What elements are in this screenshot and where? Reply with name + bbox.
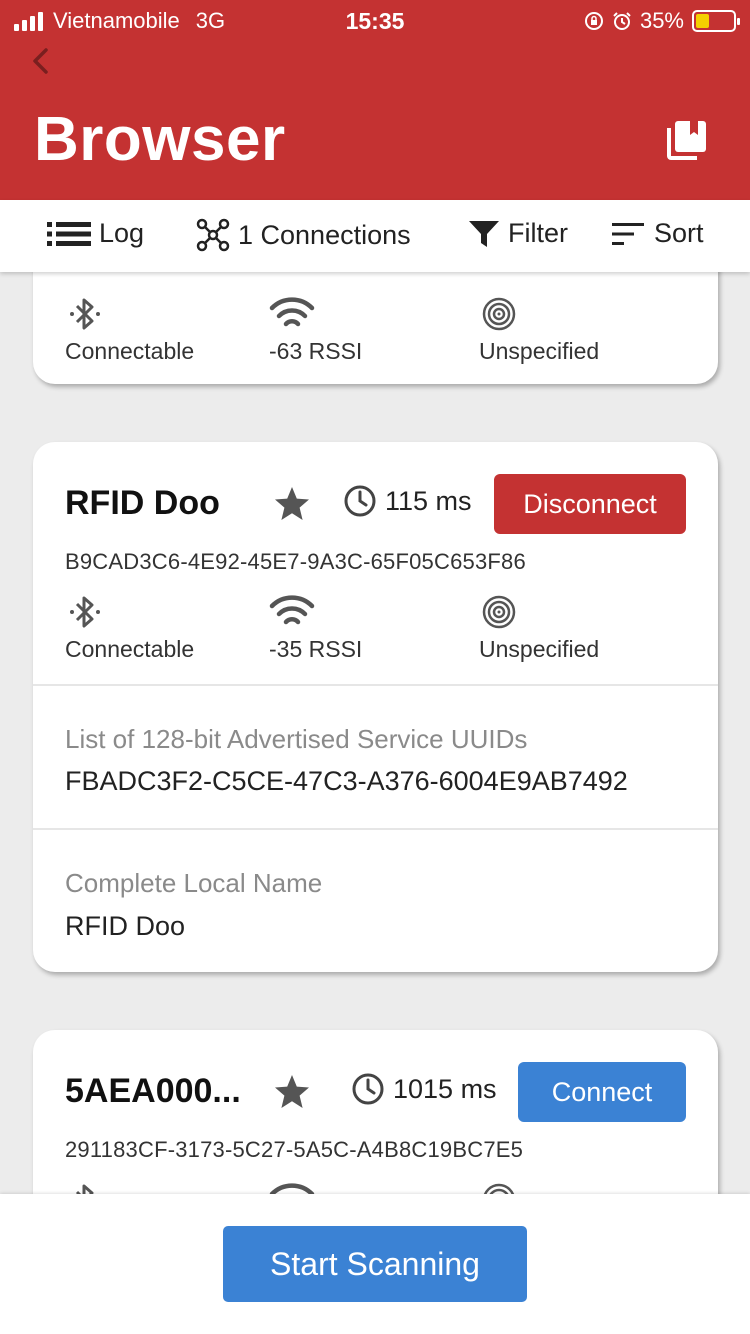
interval: 115 ms — [343, 484, 472, 518]
rssi-stat: -35 RSSI — [269, 592, 362, 663]
list-icon — [47, 221, 91, 246]
connectable-label: Connectable — [65, 338, 195, 364]
battery-fill — [696, 14, 709, 28]
connectable-label: Connectable — [65, 636, 195, 662]
section-title-uuids: List of 128-bit Advertised Service UUIDs — [65, 724, 528, 754]
sort-button[interactable]: Sort — [612, 218, 704, 249]
interval-label: 115 ms — [385, 485, 472, 516]
section-value-uuids: FBADC3F2-C5CE-47C3-A376-6004E9AB7492 — [65, 766, 628, 796]
rssi-label: -63 RSSI — [269, 338, 363, 364]
back-chevron-icon[interactable] — [26, 44, 56, 78]
page-title: Browser — [34, 105, 286, 174]
device-uuid: 291183CF-3173-5C27-5A5C-A4B8C19BC7E5 — [65, 1137, 524, 1162]
connectable-stat: Connectable — [65, 294, 194, 365]
type-stat: Unspecified — [479, 592, 599, 663]
divider — [33, 828, 718, 830]
bluetooth-icon — [70, 298, 100, 330]
clock-icon — [352, 1073, 384, 1105]
connections-button[interactable]: 1 Connections — [196, 218, 411, 252]
type-stat: Unspecified — [479, 294, 599, 365]
section-value-local-name: RFID Doo — [65, 911, 186, 941]
sort-icon — [612, 222, 644, 245]
interval: 1015 ms — [351, 1072, 497, 1106]
disconnect-button[interactable]: Disconnect — [494, 474, 686, 534]
alarm-icon — [613, 12, 631, 30]
rssi-label: -35 RSSI — [269, 636, 363, 662]
device-uuid: B9CAD3C6-4E92-45E7-9A3C-65F05C653F86 — [65, 549, 526, 574]
bluetooth-icon — [70, 596, 100, 628]
device-card[interactable]: RFID Doo 115 ms Disconnect B9CAD3C6-4E92… — [33, 442, 718, 972]
star-icon[interactable] — [273, 1073, 311, 1111]
log-button[interactable]: Log — [47, 218, 144, 249]
status-bar: Vietnamobile 3G 15:35 35% — [0, 0, 750, 42]
filter-icon — [469, 220, 499, 247]
orientation-lock-icon — [584, 12, 603, 30]
battery-percent: 35% — [639, 8, 684, 33]
device-name: RFID Doo — [65, 484, 220, 522]
status-right: 35% — [584, 8, 740, 34]
bookmarks-icon[interactable] — [664, 118, 708, 162]
filter-label: Filter — [508, 218, 568, 248]
type-label: Unspecified — [479, 338, 600, 364]
divider — [33, 684, 718, 686]
connect-button[interactable]: Connect — [518, 1062, 686, 1122]
battery-icon — [692, 10, 740, 32]
connections-label: 1 Connections — [238, 219, 411, 250]
beacon-icon — [482, 595, 516, 629]
log-label: Log — [99, 218, 145, 248]
sort-label: Sort — [654, 218, 704, 248]
app-header: Vietnamobile 3G 15:35 35% Browser — [0, 0, 750, 200]
connections-icon — [196, 218, 230, 252]
wifi-icon — [269, 297, 315, 327]
type-label: Unspecified — [479, 636, 600, 662]
wifi-icon — [269, 595, 315, 625]
start-scanning-button[interactable]: Start Scanning — [223, 1226, 527, 1302]
interval-label: 1015 ms — [393, 1073, 497, 1104]
rssi-stat: -63 RSSI — [269, 294, 362, 365]
connectable-stat: Connectable — [65, 592, 194, 663]
filter-button[interactable]: Filter — [468, 218, 568, 249]
bottom-bar: Start Scanning — [0, 1194, 750, 1334]
section-title-local-name: Complete Local Name — [65, 868, 323, 898]
device-name: 5AEA000... — [65, 1072, 241, 1110]
beacon-icon — [482, 297, 516, 331]
clock-icon — [344, 485, 376, 517]
toolbar: Log 1 Connections Filter Sort — [0, 200, 750, 272]
star-icon[interactable] — [273, 485, 311, 523]
